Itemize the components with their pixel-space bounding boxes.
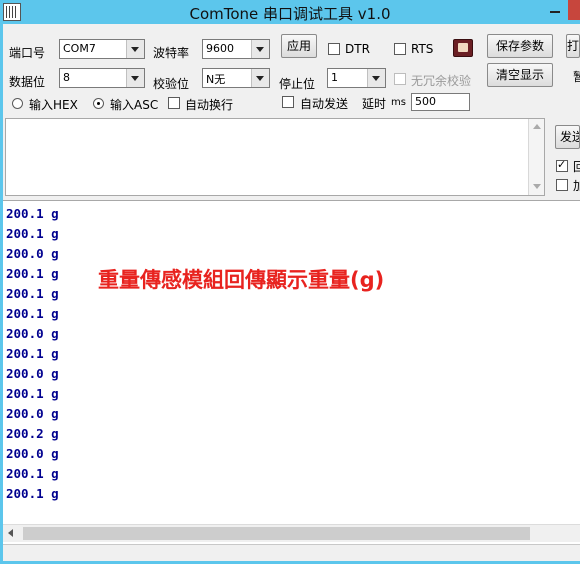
minimize-icon[interactable]	[542, 0, 568, 20]
scroll-left-icon[interactable]	[8, 529, 13, 537]
auto-send-label: 自动发送	[300, 97, 349, 111]
asc-label: 输入ASC	[110, 98, 159, 112]
receive-line: 200.1 g	[6, 226, 59, 241]
clear-display-button[interactable]: 清空显示	[487, 63, 553, 87]
receive-line: 200.1 g	[6, 486, 59, 501]
redundancy-label: 无冗余校验	[411, 74, 472, 88]
port-label: 端口号	[9, 46, 46, 60]
right-edge-button[interactable]: 打	[566, 34, 580, 58]
book-icon[interactable]	[453, 39, 473, 57]
port-value: COM7	[63, 42, 96, 55]
status-bar	[3, 544, 580, 561]
option2-label: 加	[573, 179, 580, 193]
hex-label: 输入HEX	[29, 98, 78, 112]
databits-select[interactable]: 8	[59, 68, 145, 88]
option1-label: 回	[573, 160, 580, 174]
receive-hscrollbar[interactable]	[3, 524, 580, 542]
databits-value: 8	[63, 71, 70, 84]
chevron-down-icon[interactable]	[367, 69, 385, 87]
receive-line: 200.1 g	[6, 386, 59, 401]
receive-line: 200.0 g	[6, 366, 59, 381]
receive-line: 200.2 g	[6, 426, 59, 441]
apply-button[interactable]: 应用	[281, 34, 317, 58]
close-icon[interactable]	[568, 0, 580, 20]
window-title: ComTone 串口调试工具 v1.0	[189, 5, 391, 23]
auto-send-checkbox[interactable]	[282, 96, 294, 108]
dtr-label: DTR	[345, 42, 370, 56]
receive-line: 200.1 g	[6, 346, 59, 361]
baud-value: 9600	[206, 42, 234, 55]
stopbits-label: 停止位	[279, 77, 316, 91]
receive-line: 200.1 g	[6, 286, 59, 301]
delay-input[interactable]: 500	[411, 93, 470, 111]
baud-select[interactable]: 9600	[202, 39, 270, 59]
chevron-down-icon[interactable]	[126, 69, 144, 87]
parity-label: 校验位	[153, 77, 190, 91]
rts-label: RTS	[411, 42, 434, 56]
receive-line: 200.0 g	[6, 326, 59, 341]
chevron-down-icon[interactable]	[126, 40, 144, 58]
title-bar: ComTone 串口调试工具 v1.0	[0, 0, 580, 24]
send-scrollbar[interactable]	[528, 119, 544, 195]
send-button[interactable]: 发送	[555, 125, 580, 149]
receive-line: 200.0 g	[6, 446, 59, 461]
asc-radio[interactable]	[93, 98, 104, 109]
baud-label: 波特率	[153, 46, 190, 60]
scroll-up-icon[interactable]	[533, 124, 541, 129]
scroll-down-icon[interactable]	[533, 184, 541, 189]
send-textarea[interactable]	[5, 118, 545, 196]
save-params-button[interactable]: 保存参数	[487, 34, 553, 58]
receive-line: 200.1 g	[6, 306, 59, 321]
right-edge-label: 暂	[573, 70, 580, 84]
scroll-thumb[interactable]	[23, 527, 530, 540]
chevron-down-icon[interactable]	[251, 40, 269, 58]
databits-label: 数据位	[9, 75, 46, 89]
option2-checkbox[interactable]	[556, 179, 568, 191]
auto-wrap-checkbox[interactable]	[168, 97, 180, 109]
receive-line: 200.1 g	[6, 206, 59, 221]
dtr-checkbox[interactable]	[328, 43, 340, 55]
auto-wrap-label: 自动换行	[185, 98, 234, 112]
rts-checkbox[interactable]	[394, 43, 406, 55]
annotation-text: 重量傳感模組回傳顯示重量(g)	[98, 268, 385, 292]
receive-textarea[interactable]: 200.1 g 200.1 g 200.0 g 200.1 g 200.1 g …	[3, 200, 580, 544]
stopbits-select[interactable]: 1	[327, 68, 386, 88]
hex-radio[interactable]	[12, 98, 23, 109]
delay-unit: ms	[391, 97, 406, 108]
receive-line: 200.1 g	[6, 466, 59, 481]
port-select[interactable]: COM7	[59, 39, 145, 59]
receive-line: 200.0 g	[6, 246, 59, 261]
option1-checkbox[interactable]	[556, 158, 568, 172]
parity-value: N无	[206, 73, 226, 86]
delay-label: 延时	[362, 97, 387, 111]
redundancy-checkbox[interactable]	[394, 73, 406, 85]
parity-select[interactable]: N无	[202, 68, 270, 88]
stopbits-value: 1	[331, 71, 338, 84]
receive-line: 200.1 g	[6, 266, 59, 281]
receive-line: 200.0 g	[6, 406, 59, 421]
chevron-down-icon[interactable]	[251, 69, 269, 87]
app-icon[interactable]	[3, 3, 21, 21]
